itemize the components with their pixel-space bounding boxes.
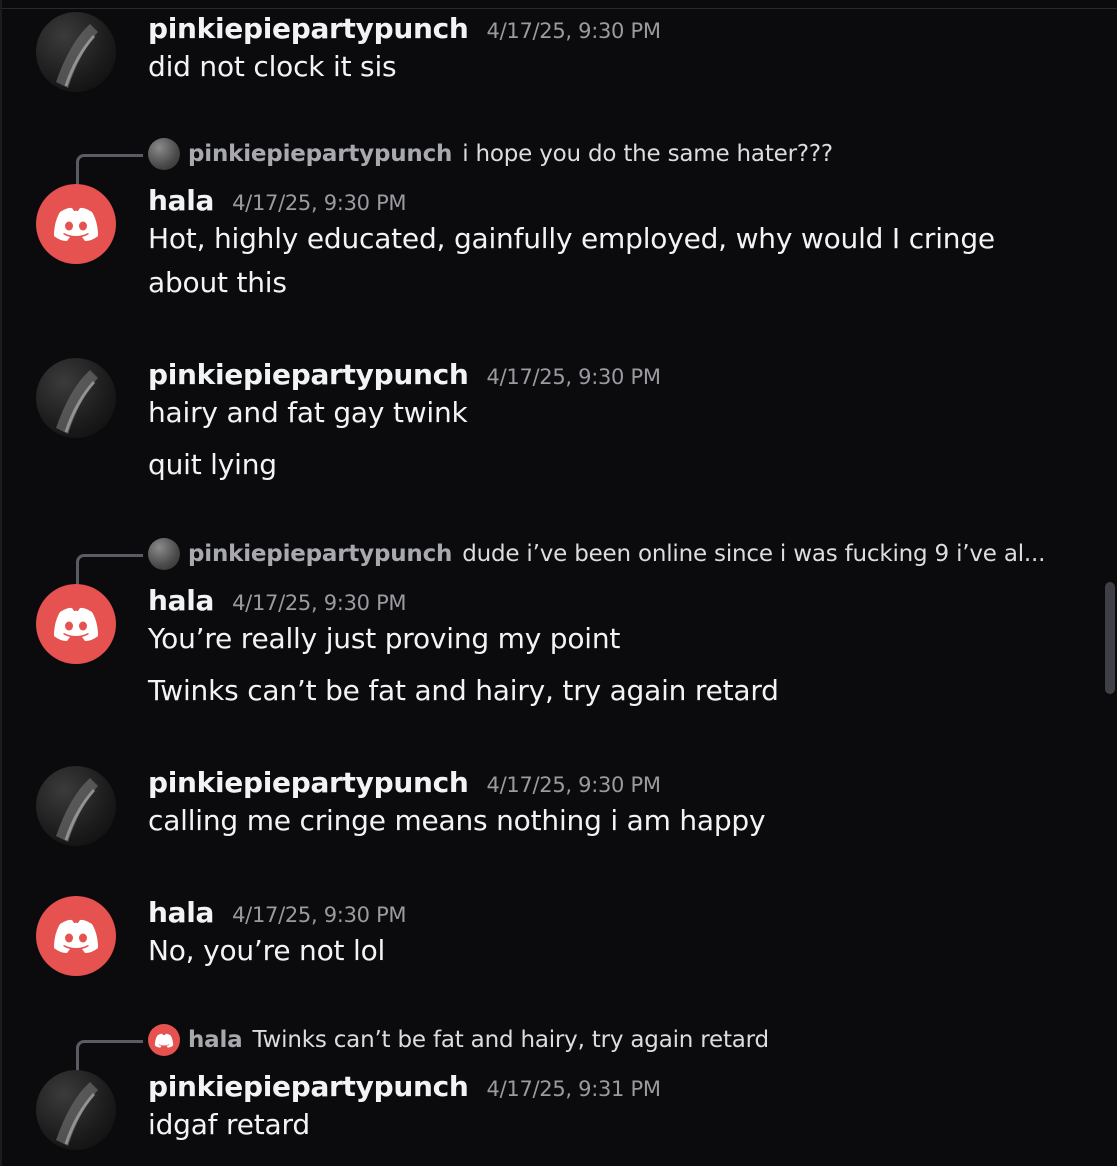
reply-text[interactable]: i hope you do the same hater??? (462, 141, 833, 167)
message-timestamp[interactable]: 4/17/25, 9:30 PM (232, 903, 406, 927)
message-author[interactable]: pinkiepiepartypunch (148, 12, 469, 45)
reply-author[interactable]: pinkiepiepartypunch (188, 541, 452, 567)
reply-text[interactable]: Twinks can’t be fat and hairy, try again… (253, 1027, 770, 1053)
scrollbar-thumb[interactable] (1105, 582, 1115, 694)
user-avatar[interactable] (36, 358, 116, 438)
message-text: No, you’re not lol (148, 934, 386, 967)
message-author[interactable]: hala (148, 184, 214, 217)
message-timestamp[interactable]: 4/17/25, 9:30 PM (487, 365, 661, 389)
message-timestamp[interactable]: 4/17/25, 9:31 PM (487, 1077, 661, 1101)
reply-avatar (148, 538, 180, 570)
message-text: Hot, highly educated, gainfully employed… (148, 222, 995, 255)
reply-connector (76, 154, 143, 185)
user-avatar[interactable] (36, 184, 116, 264)
message-author[interactable]: pinkiepiepartypunch (148, 358, 469, 391)
message-text: quit lying (148, 448, 277, 481)
discord-logo-icon (54, 919, 98, 953)
user-avatar[interactable] (36, 584, 116, 664)
message-text: idgaf retard (148, 1108, 310, 1141)
message-author[interactable]: pinkiepiepartypunch (148, 1070, 469, 1103)
message-author[interactable]: pinkiepiepartypunch (148, 766, 469, 799)
message-timestamp[interactable]: 4/17/25, 9:30 PM (487, 773, 661, 797)
reply-avatar (148, 138, 180, 170)
left-divider (0, 0, 2, 1166)
discord-logo-icon (54, 207, 98, 241)
user-avatar[interactable] (36, 766, 116, 846)
message-text: hairy and fat gay twink (148, 396, 468, 429)
reply-preview[interactable]: pinkiepiepartypunch dude i’ve been onlin… (76, 536, 1116, 585)
user-avatar[interactable] (36, 896, 116, 976)
message-timestamp[interactable]: 4/17/25, 9:30 PM (487, 19, 661, 43)
message-text: calling me cringe means nothing i am hap… (148, 804, 766, 837)
reply-connector (76, 554, 143, 585)
top-divider (0, 8, 1117, 9)
reply-connector (76, 1040, 143, 1071)
discord-logo-icon (54, 607, 98, 641)
reply-author[interactable]: hala (188, 1027, 243, 1053)
message-text: Twinks can’t be fat and hairy, try again… (148, 674, 779, 707)
reply-avatar (148, 1024, 180, 1056)
discord-logo-icon (154, 1033, 174, 1048)
user-avatar[interactable] (36, 1070, 116, 1150)
message-text: about this (148, 266, 287, 299)
message-author[interactable]: hala (148, 584, 214, 617)
reply-preview[interactable]: hala Twinks can’t be fat and hairy, try … (76, 1022, 1116, 1071)
reply-preview[interactable]: pinkiepiepartypunch i hope you do the sa… (76, 136, 1116, 185)
message-timestamp[interactable]: 4/17/25, 9:30 PM (232, 191, 406, 215)
message-timestamp[interactable]: 4/17/25, 9:30 PM (232, 591, 406, 615)
message-text: did not clock it sis (148, 50, 397, 83)
reply-text[interactable]: dude i’ve been online since i was fuckin… (462, 541, 1045, 567)
message-text: You’re really just proving my point (148, 622, 621, 655)
reply-author[interactable]: pinkiepiepartypunch (188, 141, 452, 167)
user-avatar[interactable] (36, 12, 116, 92)
message-author[interactable]: hala (148, 896, 214, 929)
